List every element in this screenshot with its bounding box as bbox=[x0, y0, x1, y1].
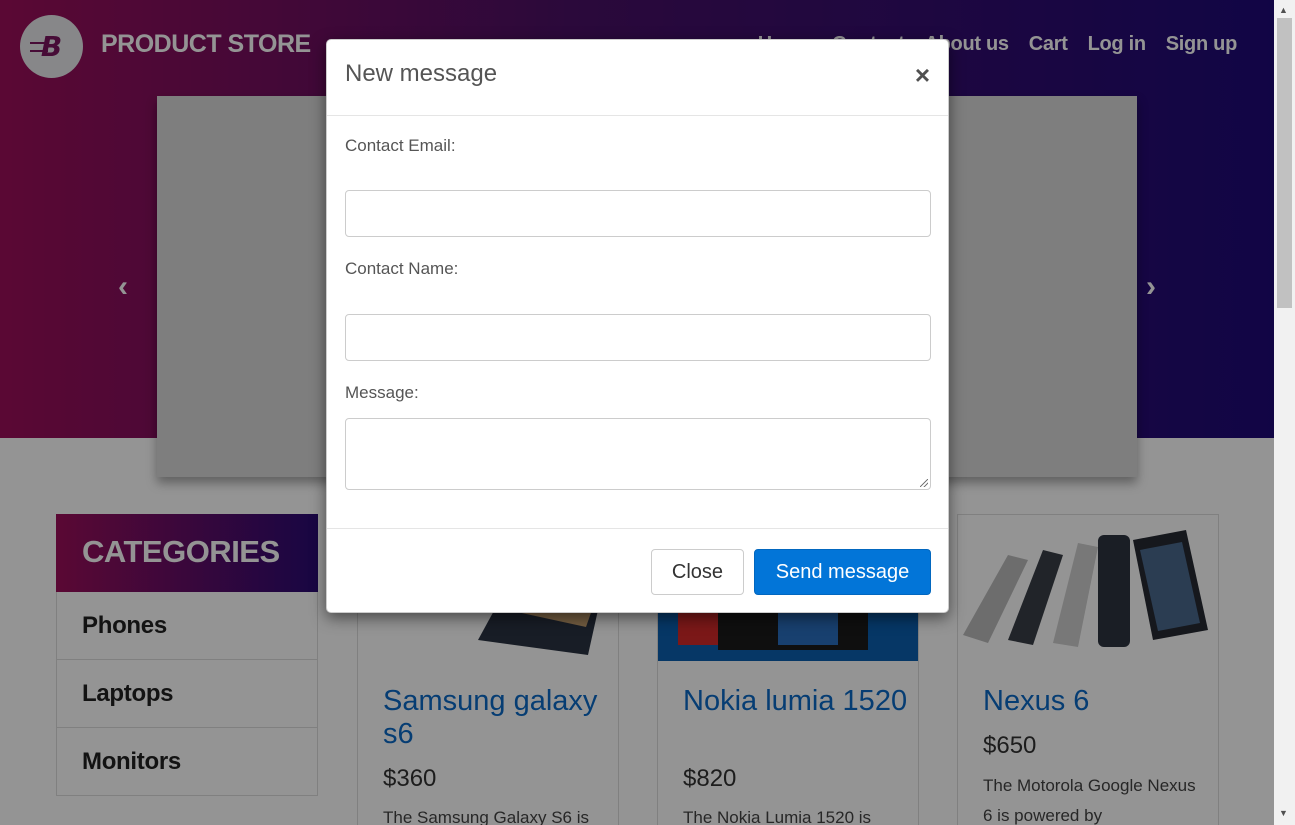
send-message-button[interactable]: Send message bbox=[754, 549, 931, 595]
message-label: Message: bbox=[345, 383, 419, 402]
scroll-down-icon[interactable]: ▼ bbox=[1279, 808, 1288, 818]
modal-title: New message bbox=[345, 60, 498, 87]
close-button[interactable]: Close bbox=[651, 549, 744, 595]
resize-handle-icon[interactable] bbox=[920, 479, 928, 487]
scroll-up-icon[interactable]: ▲ bbox=[1279, 5, 1288, 15]
contact-name-input[interactable] bbox=[345, 314, 931, 361]
contact-name-label: Contact Name: bbox=[345, 259, 459, 278]
close-icon[interactable]: × bbox=[915, 60, 930, 91]
new-message-dialog: New message × Contact Email: Contact Nam… bbox=[326, 39, 949, 613]
page-scrollbar[interactable]: ▲ ▼ bbox=[1274, 0, 1295, 825]
message-textarea[interactable] bbox=[345, 418, 931, 490]
modal-header: New message × bbox=[327, 40, 948, 116]
modal-footer: Close Send message bbox=[327, 528, 948, 612]
contact-email-input[interactable] bbox=[345, 190, 931, 237]
scroll-thumb[interactable] bbox=[1277, 18, 1292, 308]
contact-email-label: Contact Email: bbox=[345, 136, 456, 155]
